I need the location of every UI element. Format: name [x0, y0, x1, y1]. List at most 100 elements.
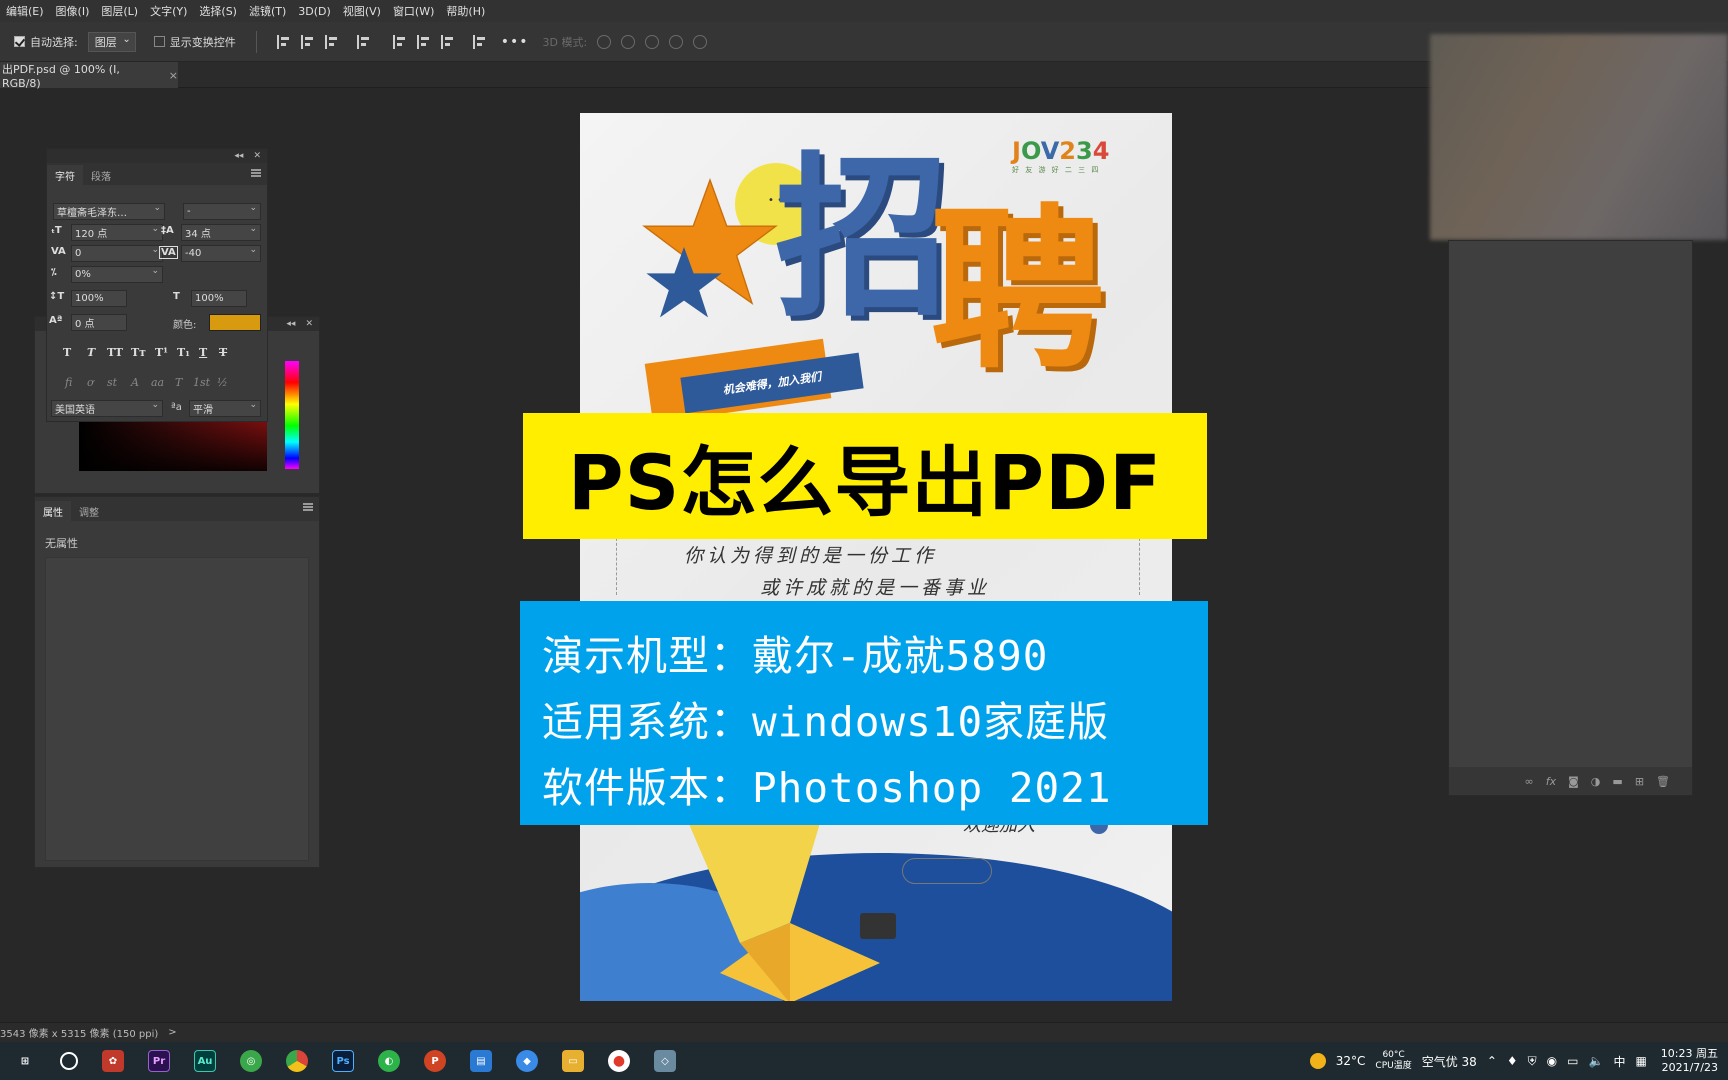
subscript-icon[interactable]: T₁: [177, 346, 190, 359]
align-center-icon[interactable]: [300, 34, 315, 49]
menu-edit[interactable]: 编辑(E): [0, 3, 50, 19]
font-style-dropdown[interactable]: -: [183, 203, 261, 220]
menu-filter[interactable]: 滤镜(T): [243, 3, 292, 19]
close-icon[interactable]: ✕: [305, 319, 313, 329]
leading-field[interactable]: 34 点: [181, 224, 261, 241]
distribute-icon[interactable]: [356, 34, 371, 49]
more-options-button[interactable]: •••: [501, 34, 529, 50]
network-icon[interactable]: ▭: [1567, 1054, 1578, 1068]
explorer-icon[interactable]: ▭: [562, 1050, 584, 1072]
trash-icon[interactable]: 🗑: [1656, 775, 1670, 788]
auto-select-target-dropdown[interactable]: 图层: [87, 31, 136, 52]
tray-green-icon[interactable]: ◉: [1547, 1054, 1557, 1068]
vertical-scale-field[interactable]: 100%: [71, 290, 127, 307]
color-picker-field[interactable]: [79, 421, 267, 471]
app-lark-icon[interactable]: ◆: [516, 1050, 538, 1072]
kerning-field[interactable]: 0: [71, 245, 163, 262]
tray-app-icon[interactable]: ♦: [1507, 1054, 1518, 1068]
small-caps-icon[interactable]: Tт: [131, 346, 146, 359]
font-family-dropdown[interactable]: 草檀斋毛泽东…: [53, 203, 165, 220]
powerpoint-icon[interactable]: P: [424, 1050, 446, 1072]
language-dropdown[interactable]: 美国英语: [51, 400, 163, 417]
alternates-icon[interactable]: ơ: [87, 376, 94, 389]
3d-slide-icon[interactable]: [669, 34, 684, 49]
volume-icon[interactable]: 🔈: [1588, 1054, 1603, 1068]
menu-type[interactable]: 文字(Y): [144, 3, 193, 19]
tracking-field[interactable]: -40: [181, 245, 261, 262]
chevron-up-icon[interactable]: ⌃: [1487, 1054, 1497, 1068]
search-icon[interactable]: [60, 1052, 78, 1070]
fractions-icon[interactable]: ½: [217, 376, 228, 389]
align-right-icon[interactable]: [324, 34, 339, 49]
swash-icon[interactable]: A: [131, 376, 139, 389]
3d-roll-icon[interactable]: [621, 34, 636, 49]
collapse-icon[interactable]: ◂◂: [234, 151, 243, 161]
new-layer-icon[interactable]: ⊞: [1635, 775, 1644, 788]
3d-scale-icon[interactable]: [693, 34, 708, 49]
close-icon[interactable]: ×: [169, 69, 178, 82]
document-tab[interactable]: 出PDF.psd @ 100% (I, RGB/8) ×: [0, 62, 178, 90]
distribute-vertical-icon[interactable]: [472, 34, 487, 49]
align-bottom-icon[interactable]: [440, 34, 455, 49]
baseline-shift-field[interactable]: 0 点: [71, 314, 127, 331]
app-notes-icon[interactable]: ◇: [654, 1050, 676, 1072]
text-color-swatch[interactable]: [209, 314, 261, 331]
faux-italic-icon[interactable]: T: [87, 346, 95, 359]
security-icon[interactable]: ⛨: [1528, 1054, 1537, 1069]
horizontal-scale-field[interactable]: 100%: [191, 290, 247, 307]
collapse-icon[interactable]: ◂◂: [286, 319, 295, 329]
close-icon[interactable]: ✕: [253, 151, 261, 161]
align-left-icon[interactable]: [276, 34, 291, 49]
premiere-icon[interactable]: Pr: [148, 1050, 170, 1072]
menu-help[interactable]: 帮助(H): [440, 3, 491, 19]
3d-drag-icon[interactable]: [645, 34, 660, 49]
all-caps-icon[interactable]: TT: [107, 346, 123, 359]
folder-icon[interactable]: ▬: [1612, 775, 1622, 788]
app-red-icon[interactable]: ✿: [102, 1050, 124, 1072]
weather-icon[interactable]: [1309, 1053, 1326, 1069]
menu-window[interactable]: 窗口(W): [387, 3, 440, 19]
app-green-icon[interactable]: ◎: [240, 1050, 262, 1072]
panel-menu-icon[interactable]: [251, 169, 261, 177]
adjustment-icon[interactable]: ◑: [1591, 775, 1601, 788]
recorder-icon[interactable]: ●: [608, 1050, 630, 1072]
menu-view[interactable]: 视图(V): [337, 3, 387, 19]
show-transform-checkbox[interactable]: [153, 36, 165, 47]
menu-image[interactable]: 图像(I): [50, 3, 96, 19]
faux-bold-icon[interactable]: T: [63, 346, 71, 359]
discretionary-ligature-icon[interactable]: st: [107, 376, 117, 389]
menu-select[interactable]: 选择(S): [193, 3, 243, 19]
menu-3d[interactable]: 3D(D): [292, 5, 337, 18]
link-icon[interactable]: ∞: [1525, 775, 1534, 788]
panel-menu-icon[interactable]: [303, 503, 313, 511]
clock[interactable]: 10:23 周五 2021/7/23: [1661, 1047, 1718, 1075]
tsume-field[interactable]: 0%: [71, 266, 163, 283]
tab-properties[interactable]: 属性: [35, 501, 71, 521]
audition-icon[interactable]: Au: [194, 1050, 216, 1072]
ligature-icon[interactable]: fi: [65, 376, 72, 389]
titling-alternates-icon[interactable]: T: [175, 376, 182, 389]
wechat-icon[interactable]: ◐: [378, 1050, 400, 1072]
ime-mode-icon[interactable]: ▦: [1635, 1054, 1646, 1068]
task-view-icon[interactable]: ⊞: [14, 1050, 36, 1072]
document-canvas[interactable]: JOV234 好 友 游 好 二 三 四 • • 招 聘 机会难得，加入我们 你…: [580, 113, 1172, 1001]
fx-icon[interactable]: fx: [1546, 775, 1556, 788]
superscript-icon[interactable]: T¹: [155, 346, 168, 359]
app-blue-icon[interactable]: ▤: [470, 1050, 492, 1072]
3d-orbit-icon[interactable]: [597, 34, 612, 49]
mask-icon[interactable]: ◙: [1568, 775, 1579, 788]
tab-adjustments[interactable]: 调整: [71, 501, 107, 521]
tab-character[interactable]: 字符: [47, 165, 83, 185]
align-top-icon[interactable]: [392, 34, 407, 49]
status-arrow-icon[interactable]: >: [168, 1027, 176, 1038]
auto-select-checkbox[interactable]: [14, 36, 25, 47]
stylistic-alternates-icon[interactable]: aa: [151, 376, 164, 389]
menu-layer[interactable]: 图层(L): [95, 3, 144, 19]
ime-indicator[interactable]: 中: [1613, 1053, 1625, 1070]
photoshop-icon[interactable]: Ps: [325, 1043, 363, 1080]
tab-paragraph[interactable]: 段落: [83, 165, 119, 185]
strikethrough-icon[interactable]: T: [219, 346, 227, 359]
hue-slider[interactable]: [285, 361, 299, 469]
ordinals-icon[interactable]: 1st: [193, 376, 210, 389]
align-middle-icon[interactable]: [416, 34, 431, 49]
